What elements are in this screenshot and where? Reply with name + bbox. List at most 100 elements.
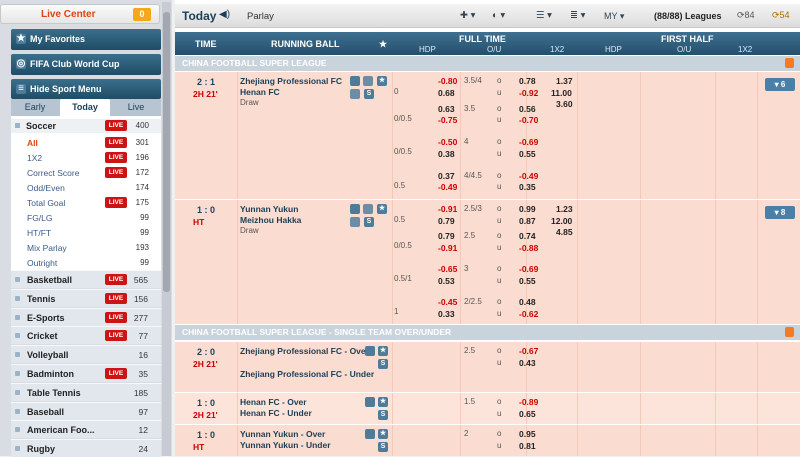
fifa-club-world-cup-button[interactable]: ◎ FIFA Club World Cup — [11, 54, 161, 75]
odds-x[interactable]: 4.85 — [556, 227, 573, 237]
ou-odds-over[interactable]: 0.78 — [519, 76, 536, 86]
soccer-menu-item[interactable]: Outright 99 — [11, 256, 161, 270]
sort-icon[interactable]: ☰ ▾ — [536, 10, 552, 21]
stats-icon[interactable] — [365, 429, 375, 439]
more-markets-button[interactable]: ▾ 8 — [765, 206, 795, 219]
view-icon[interactable]: ≣ ▾ — [570, 10, 585, 21]
odds-1[interactable]: 1.37 — [556, 76, 573, 86]
ou-odds-under[interactable]: 0.65 — [519, 409, 536, 419]
odds-type-select[interactable]: MY ▾ — [604, 11, 624, 22]
ou-odds-under[interactable]: 0.35 — [519, 182, 536, 192]
favorite-star-icon[interactable]: ★ — [377, 76, 387, 86]
league-header[interactable]: CHINA FOOTBALL SUPER LEAGUE — [175, 56, 800, 71]
scrollbar-thumb[interactable] — [163, 12, 170, 292]
ou-odds-under[interactable]: 0.55 — [519, 149, 536, 159]
stats-icon[interactable] — [365, 346, 375, 356]
sport-item[interactable]: Basketball LIVE 565 — [11, 270, 161, 288]
favorite-star-icon[interactable]: ★ — [378, 429, 388, 439]
ou-odds-over[interactable]: 0.56 — [519, 104, 536, 114]
my-favorites-button[interactable]: ★ My Favorites — [11, 29, 161, 50]
score-icon[interactable]: S — [364, 217, 374, 227]
ou-odds-over[interactable]: -0.67 — [519, 346, 538, 356]
sport-item[interactable]: Table Tennis 185 — [11, 382, 161, 401]
tab-live[interactable]: Live — [111, 99, 161, 116]
team-under[interactable]: Henan FC - Under — [240, 408, 312, 418]
ou-odds-under[interactable]: 0.87 — [519, 216, 536, 226]
stats-icon[interactable] — [350, 76, 360, 86]
tab-early[interactable]: Early — [11, 99, 59, 116]
soccer-menu-item[interactable]: All LIVE 301 — [11, 136, 161, 150]
ou-odds-under[interactable]: -0.62 — [519, 309, 538, 319]
stats-icon[interactable] — [350, 204, 360, 214]
hdp-odds-home[interactable]: 0.63 — [438, 104, 455, 114]
star-icon[interactable]: ★ — [379, 39, 387, 50]
hdp-odds-away[interactable]: 0.79 — [438, 216, 455, 226]
ou-odds-over[interactable]: -0.69 — [519, 137, 538, 147]
soccer-menu-item[interactable]: Odd/Even 174 — [11, 181, 161, 195]
more-markets-button[interactable]: ▾ 6 — [765, 78, 795, 91]
score-icon[interactable]: S — [378, 410, 388, 420]
score-icon[interactable]: S — [378, 442, 388, 452]
team-over[interactable]: Henan FC - Over — [240, 397, 307, 407]
sport-item[interactable]: E-Sports LIVE 277 — [11, 307, 161, 326]
ou-odds-over[interactable]: -0.89 — [519, 397, 538, 407]
hdp-odds-home[interactable]: -0.50 — [438, 137, 457, 147]
hdp-odds-home[interactable]: -0.80 — [438, 76, 457, 86]
hdp-odds-away[interactable]: -0.91 — [438, 243, 457, 253]
ou-odds-under[interactable]: 0.43 — [519, 358, 536, 368]
team-under[interactable]: Zhejiang Professional FC - Under — [240, 369, 374, 379]
favorite-star-icon[interactable]: ★ — [377, 204, 387, 214]
hdp-odds-home[interactable]: 0.79 — [438, 231, 455, 241]
odds-x[interactable]: 3.60 — [556, 99, 573, 109]
score-icon[interactable]: S — [364, 89, 374, 99]
home-team[interactable]: Zhejiang Professional FC — [240, 76, 342, 86]
stats-icon[interactable] — [365, 397, 375, 407]
home-team[interactable]: Yunnan Yukun — [240, 204, 298, 214]
hdp-odds-home[interactable]: -0.91 — [438, 204, 457, 214]
hdp-odds-home[interactable]: -0.45 — [438, 297, 457, 307]
live-stats-icon[interactable] — [350, 89, 360, 99]
team-over[interactable]: Zhejiang Professional FC - Over — [240, 346, 369, 356]
soccer-menu-item[interactable]: Correct Score LIVE 172 — [11, 166, 161, 180]
speaker-icon[interactable]: ◀) — [219, 9, 230, 20]
favorite-star-icon[interactable]: ★ — [378, 397, 388, 407]
hdp-odds-away[interactable]: -0.75 — [438, 115, 457, 125]
hdp-odds-away[interactable]: 0.38 — [438, 149, 455, 159]
league-header-2[interactable]: CHINA FOOTBALL SUPER LEAGUE - SINGLE TEA… — [175, 325, 800, 340]
refresh-counter[interactable]: ⟳84 — [737, 10, 755, 21]
sport-item[interactable]: Cricket LIVE 77 — [11, 326, 161, 345]
tv-icon[interactable] — [363, 76, 373, 86]
team-under[interactable]: Yunnan Yukun - Under — [240, 440, 331, 450]
away-team[interactable]: Meizhou Hakka — [240, 215, 301, 225]
soccer-menu-item[interactable]: HT/FT 99 — [11, 226, 161, 240]
sport-item[interactable]: Badminton LIVE 35 — [11, 364, 161, 382]
add-icon[interactable]: ✚ ▾ — [460, 10, 475, 21]
live-stats-icon[interactable] — [350, 217, 360, 227]
hide-sport-menu-button[interactable]: ≡ Hide Sport Menu — [11, 79, 161, 99]
hdp-odds-home[interactable]: -0.65 — [438, 264, 457, 274]
ou-odds-under[interactable]: -0.88 — [519, 243, 538, 253]
sport-item[interactable]: Volleyball 16 — [11, 345, 161, 364]
leagues-filter[interactable]: (88/88) Leagues — [654, 11, 722, 21]
odds-1[interactable]: 1.23 — [556, 204, 573, 214]
ou-odds-over[interactable]: -0.49 — [519, 171, 538, 181]
ou-odds-under[interactable]: -0.70 — [519, 115, 538, 125]
tv-icon[interactable] — [363, 204, 373, 214]
sport-item[interactable]: American Foo... 12 — [11, 420, 161, 439]
odds-2[interactable]: 12.00 — [551, 216, 572, 226]
live-center-button[interactable]: Live Center 0 — [0, 4, 160, 24]
ou-odds-over[interactable]: 0.99 — [519, 204, 536, 214]
sidebar-scrollbar[interactable] — [162, 2, 171, 456]
sport-item[interactable]: Baseball 97 — [11, 401, 161, 420]
hdp-odds-away[interactable]: 0.33 — [438, 309, 455, 319]
team-over[interactable]: Yunnan Yukun - Over — [240, 429, 325, 439]
hdp-odds-away[interactable]: -0.49 — [438, 182, 457, 192]
sport-item-soccer[interactable]: Soccer LIVE 400 — [11, 119, 161, 133]
sport-item[interactable]: Tennis LIVE 156 — [11, 288, 161, 307]
sport-item[interactable]: Rugby 24 — [11, 439, 161, 457]
soccer-menu-item[interactable]: 1X2 LIVE 196 — [11, 151, 161, 165]
ou-odds-under[interactable]: 0.55 — [519, 276, 536, 286]
hdp-odds-away[interactable]: 0.53 — [438, 276, 455, 286]
tab-today[interactable]: Today — [60, 99, 110, 116]
soccer-menu-item[interactable]: Mix Parlay 193 — [11, 241, 161, 255]
